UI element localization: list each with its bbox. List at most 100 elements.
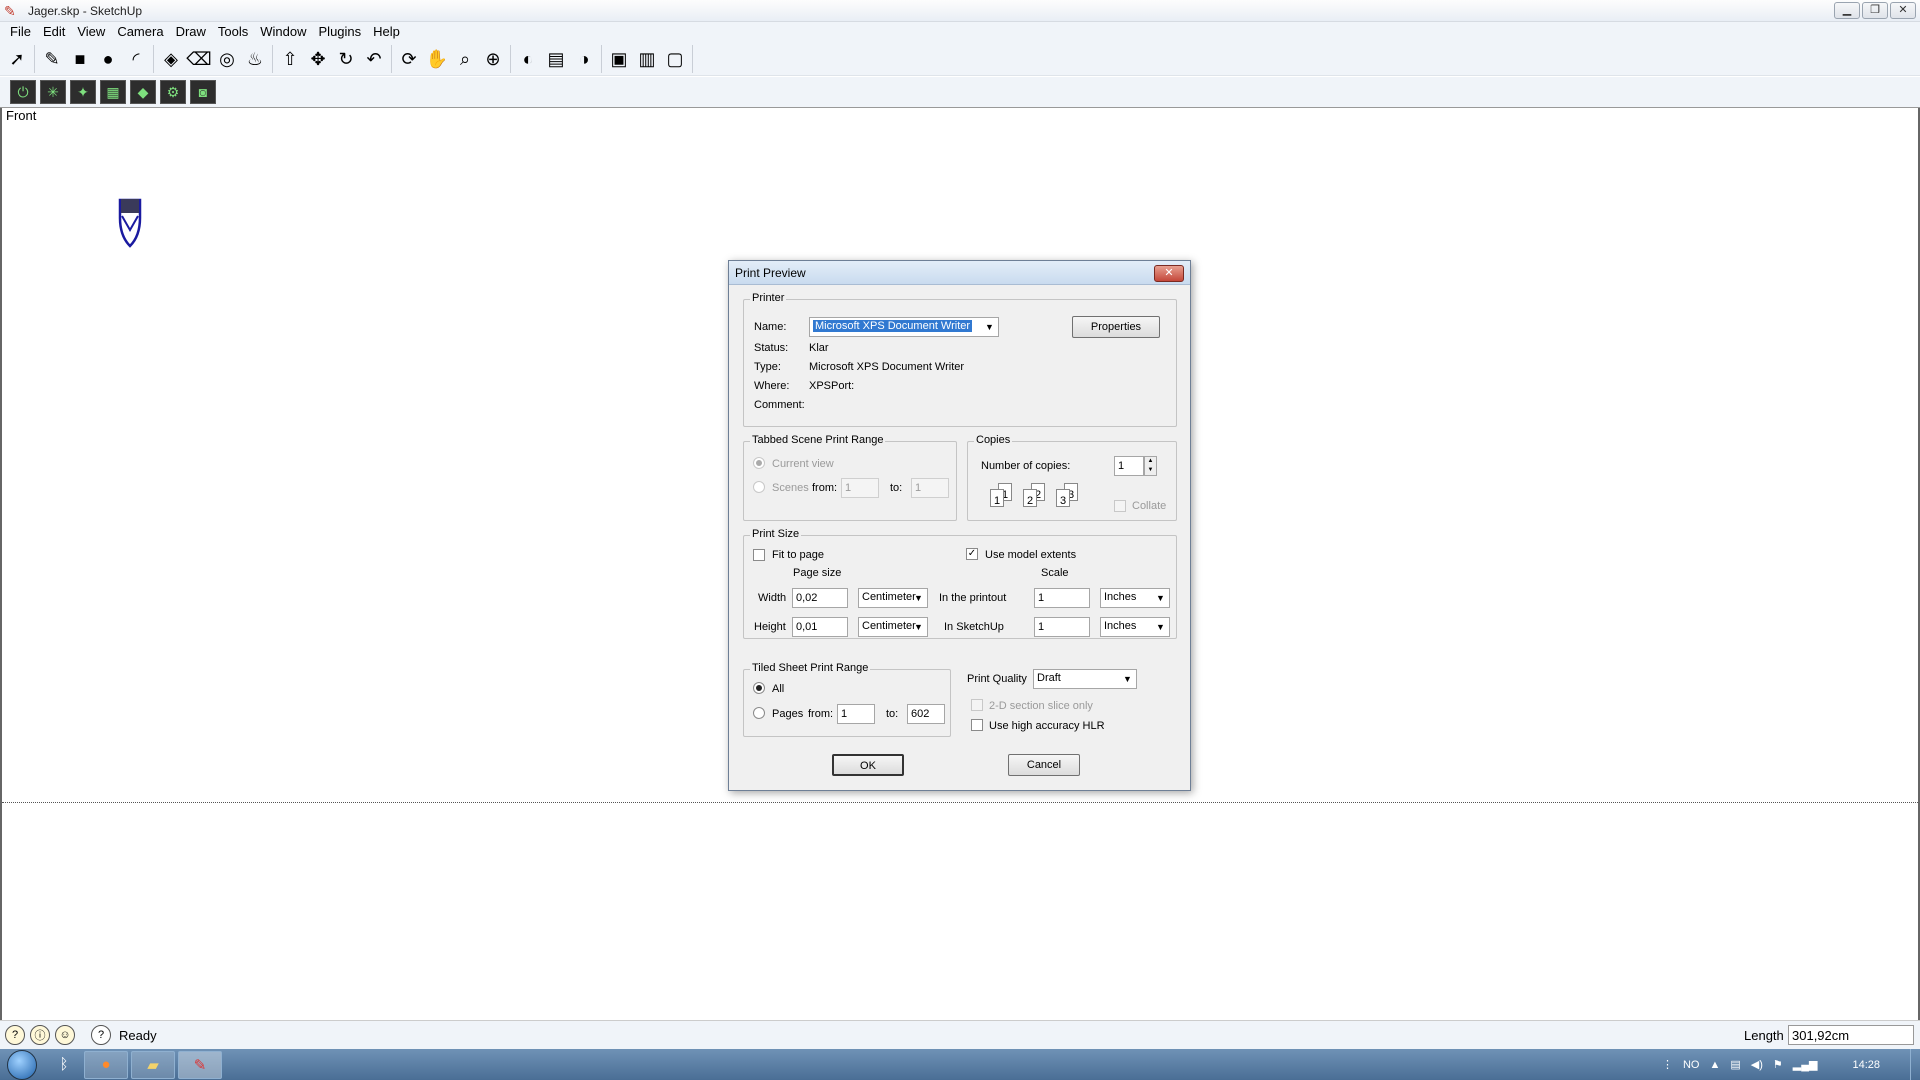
dialog-close-button[interactable]: ✕ (1154, 265, 1184, 282)
push-pull-icon: ⇧ (282, 48, 298, 69)
offset-button[interactable]: ↶ (360, 45, 388, 73)
in-printout-input[interactable] (1034, 588, 1090, 608)
spot-light-button[interactable]: ✦ (70, 80, 96, 104)
ok-button[interactable]: OK (832, 754, 904, 776)
properties-button[interactable]: Properties (1072, 316, 1160, 338)
arc-button[interactable]: ◜ (122, 45, 150, 73)
tape-measure-button[interactable]: ◎ (213, 45, 241, 73)
render-button[interactable]: ◆ (130, 80, 156, 104)
height-input[interactable] (792, 617, 848, 637)
rectangle-button[interactable]: ■ (66, 45, 94, 73)
high-accuracy-checkbox[interactable] (971, 719, 983, 731)
cancel-button[interactable]: Cancel (1008, 754, 1080, 776)
pencil-line-button[interactable]: ✎ (38, 45, 66, 73)
printer-type-label: Type: (754, 361, 781, 373)
current-view-radio[interactable] (753, 457, 765, 469)
network-icon[interactable]: ▤ (1730, 1058, 1740, 1071)
power-button[interactable]: ⏻ (10, 80, 36, 104)
get-component-button[interactable]: ▣ (605, 45, 633, 73)
geo-location-icon[interactable]: ? (5, 1025, 25, 1045)
rotate-icon: ↻ (338, 48, 354, 69)
get-models-button[interactable]: ◐ (514, 45, 542, 73)
printer-name-value: Microsoft XPS Document Writer (813, 320, 973, 332)
settings-gear-icon: ⚙ (166, 83, 180, 100)
google-earth-button[interactable]: ◑ (570, 45, 598, 73)
menu-window[interactable]: Window (254, 22, 312, 42)
length-input[interactable] (1788, 1025, 1914, 1045)
start-button[interactable] (0, 1049, 44, 1080)
sun-light-button[interactable]: ✳ (40, 80, 66, 104)
signal-icon[interactable]: ▂▄▆ (1793, 1058, 1818, 1071)
menu-camera[interactable]: Camera (111, 22, 169, 42)
user-account-icon[interactable]: ☺ (55, 1025, 75, 1045)
settings-gear-button[interactable]: ⚙ (160, 80, 186, 104)
select-arrow-button[interactable]: ➚ (3, 45, 31, 73)
tiled-all-radio[interactable] (753, 682, 765, 694)
scene-to-input[interactable] (911, 478, 949, 498)
width-unit-select[interactable]: Centimeter ▼ (858, 588, 928, 608)
taskbar-explorer[interactable]: ▰ (131, 1050, 175, 1079)
copies-number-input[interactable] (1114, 456, 1144, 476)
model-object[interactable] (116, 196, 144, 248)
help-icon[interactable]: ? (91, 1025, 111, 1045)
extension-warehouse-button[interactable]: ▢ (661, 45, 689, 73)
action-center-flag-icon[interactable]: ⚑ (1773, 1058, 1783, 1071)
camera-button[interactable]: ◙ (190, 80, 216, 104)
zoom-extents-button[interactable]: ⊕ (479, 45, 507, 73)
push-pull-button[interactable]: ⇧ (276, 45, 304, 73)
move-button[interactable]: ✥ (304, 45, 332, 73)
use-model-extents-checkbox[interactable]: ✓ (966, 548, 978, 560)
menu-edit[interactable]: Edit (37, 22, 71, 42)
rotate-button[interactable]: ↻ (332, 45, 360, 73)
menu-file[interactable]: File (4, 22, 37, 42)
language-indicator[interactable]: NO (1683, 1059, 1700, 1071)
print-quality-select[interactable]: Draft ▼ (1033, 669, 1137, 689)
tiled-pages-radio[interactable] (753, 707, 765, 719)
zoom-button[interactable]: ⌕ (451, 45, 479, 73)
credits-icon[interactable]: ⓘ (30, 1025, 50, 1045)
make-component-button[interactable]: ◈ (157, 45, 185, 73)
texture-tool-button[interactable]: ▦ (100, 80, 126, 104)
menu-draw[interactable]: Draw (170, 22, 212, 42)
circle-button[interactable]: ● (94, 45, 122, 73)
tiled-from-input[interactable] (837, 704, 875, 724)
menu-plugins[interactable]: Plugins (313, 22, 368, 42)
printer-name-select[interactable]: Microsoft XPS Document Writer ▼ (809, 317, 999, 337)
tiled-range-title: Tiled Sheet Print Range (750, 662, 871, 674)
restore-button[interactable]: ❐ (1862, 2, 1888, 19)
chevron-down-icon: ▼ (1156, 593, 1165, 603)
taskbar-bluetooth[interactable]: ᛒ (47, 1051, 81, 1079)
taskbar-firefox[interactable]: ● (84, 1050, 128, 1079)
share-component-button[interactable]: ▥ (633, 45, 661, 73)
show-desktop-button[interactable] (1910, 1049, 1920, 1080)
menu-help[interactable]: Help (367, 22, 406, 42)
in-printout-unit-select[interactable]: Inches ▼ (1100, 588, 1170, 608)
collate-checkbox[interactable] (1114, 500, 1126, 512)
copies-spinner[interactable]: ▲ ▼ (1144, 456, 1157, 476)
tiled-to-input[interactable] (907, 704, 945, 724)
texture-tool-icon: ▦ (106, 83, 120, 100)
menu-view[interactable]: View (71, 22, 111, 42)
fit-to-page-checkbox[interactable] (753, 549, 765, 561)
bluetooth-icon: ᛒ (59, 1056, 69, 1073)
eraser-button[interactable]: ⌫ (185, 45, 213, 73)
clock[interactable]: 14:28 (1852, 1059, 1880, 1071)
volume-icon[interactable]: ◀) (1751, 1058, 1763, 1071)
taskbar-sketchup[interactable]: ✎ (178, 1050, 222, 1079)
share-model-button[interactable]: ▤ (542, 45, 570, 73)
scenes-radio[interactable] (753, 481, 765, 493)
section-slice-checkbox[interactable] (971, 699, 983, 711)
show-hidden-icons-icon[interactable]: ▲ (1709, 1059, 1720, 1071)
height-unit-select[interactable]: Centimeter ▼ (858, 617, 928, 637)
status-bar: ? ⓘ ☺ ? Ready Length (0, 1020, 1920, 1049)
in-sketchup-input[interactable] (1034, 617, 1090, 637)
paint-bucket-button[interactable]: ♨ (241, 45, 269, 73)
menu-tools[interactable]: Tools (212, 22, 254, 42)
in-sketchup-unit-select[interactable]: Inches ▼ (1100, 617, 1170, 637)
width-input[interactable] (792, 588, 848, 608)
pan-hand-button[interactable]: ✋ (423, 45, 451, 73)
scene-from-input[interactable] (841, 478, 879, 498)
close-window-button[interactable]: ✕ (1890, 2, 1916, 19)
minimize-button[interactable]: ▁ (1834, 2, 1860, 19)
orbit-button[interactable]: ⟳ (395, 45, 423, 73)
